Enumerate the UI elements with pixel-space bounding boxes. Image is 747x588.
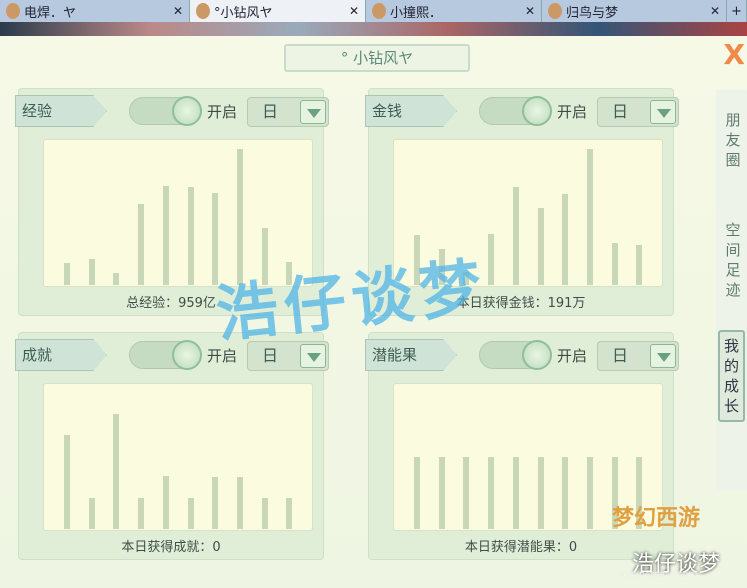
toggle-switch[interactable] bbox=[129, 96, 202, 126]
avatar bbox=[6, 3, 20, 19]
chart-bar bbox=[537, 208, 544, 285]
chart-bar bbox=[286, 498, 293, 529]
chart-bar bbox=[236, 477, 243, 529]
close-icon[interactable]: ✕ bbox=[710, 4, 720, 18]
close-icon[interactable]: ✕ bbox=[349, 4, 359, 18]
tab-4[interactable]: 归鸟与梦 ✕ bbox=[542, 0, 727, 22]
panel-label: 成就 bbox=[15, 339, 107, 371]
tab-bar: 电焊．ヤ ✕ °小钻风ヤ ✕ 小撞熙． ✕ 归鸟与梦 ✕ + bbox=[0, 0, 747, 22]
side-nav: 朋友圈 空间足迹 我的成长 bbox=[716, 90, 747, 490]
toggle-label: 开启 bbox=[557, 103, 588, 121]
panel-label: 金钱 bbox=[365, 95, 457, 127]
chart-bar bbox=[438, 457, 445, 529]
chart-bar bbox=[187, 187, 194, 285]
toggle-switch[interactable] bbox=[479, 340, 552, 370]
chart-bar bbox=[113, 273, 120, 285]
logo-url: xyq.netease.com bbox=[620, 570, 698, 580]
chart-bar bbox=[562, 457, 569, 529]
chevron-down-icon[interactable] bbox=[650, 100, 676, 124]
chart-bar bbox=[187, 498, 194, 529]
chart-bar bbox=[488, 234, 495, 285]
window-title: ° 小钻风ヤ bbox=[284, 44, 470, 72]
close-icon[interactable]: ✕ bbox=[525, 4, 535, 18]
chart-bar bbox=[611, 243, 618, 285]
avatar bbox=[548, 3, 562, 19]
chart-bar bbox=[138, 498, 145, 529]
game-logo: 梦幻西游 bbox=[612, 506, 701, 531]
chart-bar bbox=[162, 476, 169, 529]
chart-bar bbox=[512, 187, 519, 285]
chart-bar bbox=[512, 457, 519, 529]
toggle-knob[interactable] bbox=[172, 340, 202, 370]
chart-bar bbox=[488, 457, 495, 529]
period-value: 日 bbox=[612, 102, 629, 121]
new-tab-button[interactable]: + bbox=[727, 0, 747, 22]
side-item-friends[interactable]: 朋友圈 bbox=[724, 110, 742, 170]
chart-bar bbox=[463, 457, 470, 529]
side-item-footprints[interactable]: 空间足迹 bbox=[724, 220, 742, 300]
stat-panel: 成就 开启 日 本日获得成就：0 bbox=[15, 332, 329, 560]
panel-label: 经验 bbox=[15, 95, 107, 127]
chart-bar bbox=[88, 259, 95, 285]
panel-label: 潜能果 bbox=[365, 339, 457, 371]
chart-bar bbox=[261, 498, 268, 529]
panel-caption: 本日获得成就：0 bbox=[121, 540, 221, 555]
period-select[interactable]: 日 bbox=[597, 341, 679, 371]
toggle-knob[interactable] bbox=[172, 96, 202, 126]
bar-chart bbox=[43, 383, 313, 531]
toggle-knob[interactable] bbox=[522, 340, 552, 370]
chevron-down-icon[interactable] bbox=[650, 344, 676, 368]
tab-2[interactable]: °小钻风ヤ ✕ bbox=[190, 0, 366, 22]
chart-bar bbox=[414, 457, 420, 529]
close-icon[interactable]: X bbox=[723, 38, 745, 71]
toggle-switch[interactable] bbox=[129, 340, 202, 370]
chart-bar bbox=[138, 204, 145, 285]
toggle-label: 开启 bbox=[207, 103, 238, 121]
avatar bbox=[196, 3, 210, 19]
chart-bar bbox=[586, 457, 593, 529]
chart-bar bbox=[586, 149, 593, 285]
panel-caption: 本日获得潜能果：0 bbox=[464, 540, 578, 555]
chart-bar bbox=[537, 457, 544, 529]
chart-bar bbox=[113, 414, 120, 529]
chart-bar bbox=[636, 245, 643, 285]
side-item-my-growth[interactable]: 我的成长 bbox=[718, 330, 745, 422]
period-select[interactable]: 日 bbox=[247, 97, 329, 127]
chart-bar bbox=[64, 263, 70, 285]
game-banner bbox=[0, 22, 747, 36]
toggle-switch[interactable] bbox=[479, 96, 552, 126]
avatar bbox=[372, 3, 386, 19]
period-value: 日 bbox=[262, 102, 279, 121]
chart-bar bbox=[212, 477, 219, 529]
tab-1[interactable]: 电焊．ヤ ✕ bbox=[0, 0, 190, 22]
period-select[interactable]: 日 bbox=[597, 97, 679, 127]
chart-bar bbox=[88, 498, 95, 529]
chart-bar bbox=[64, 435, 70, 529]
chevron-down-icon[interactable] bbox=[300, 344, 326, 368]
chart-bar bbox=[162, 186, 169, 285]
period-value: 日 bbox=[612, 346, 629, 365]
chart-bar bbox=[562, 194, 569, 285]
close-icon[interactable]: ✕ bbox=[173, 4, 183, 18]
toggle-label: 开启 bbox=[557, 347, 588, 365]
chevron-down-icon[interactable] bbox=[300, 100, 326, 124]
toggle-knob[interactable] bbox=[522, 96, 552, 126]
tab-3[interactable]: 小撞熙． ✕ bbox=[366, 0, 542, 22]
